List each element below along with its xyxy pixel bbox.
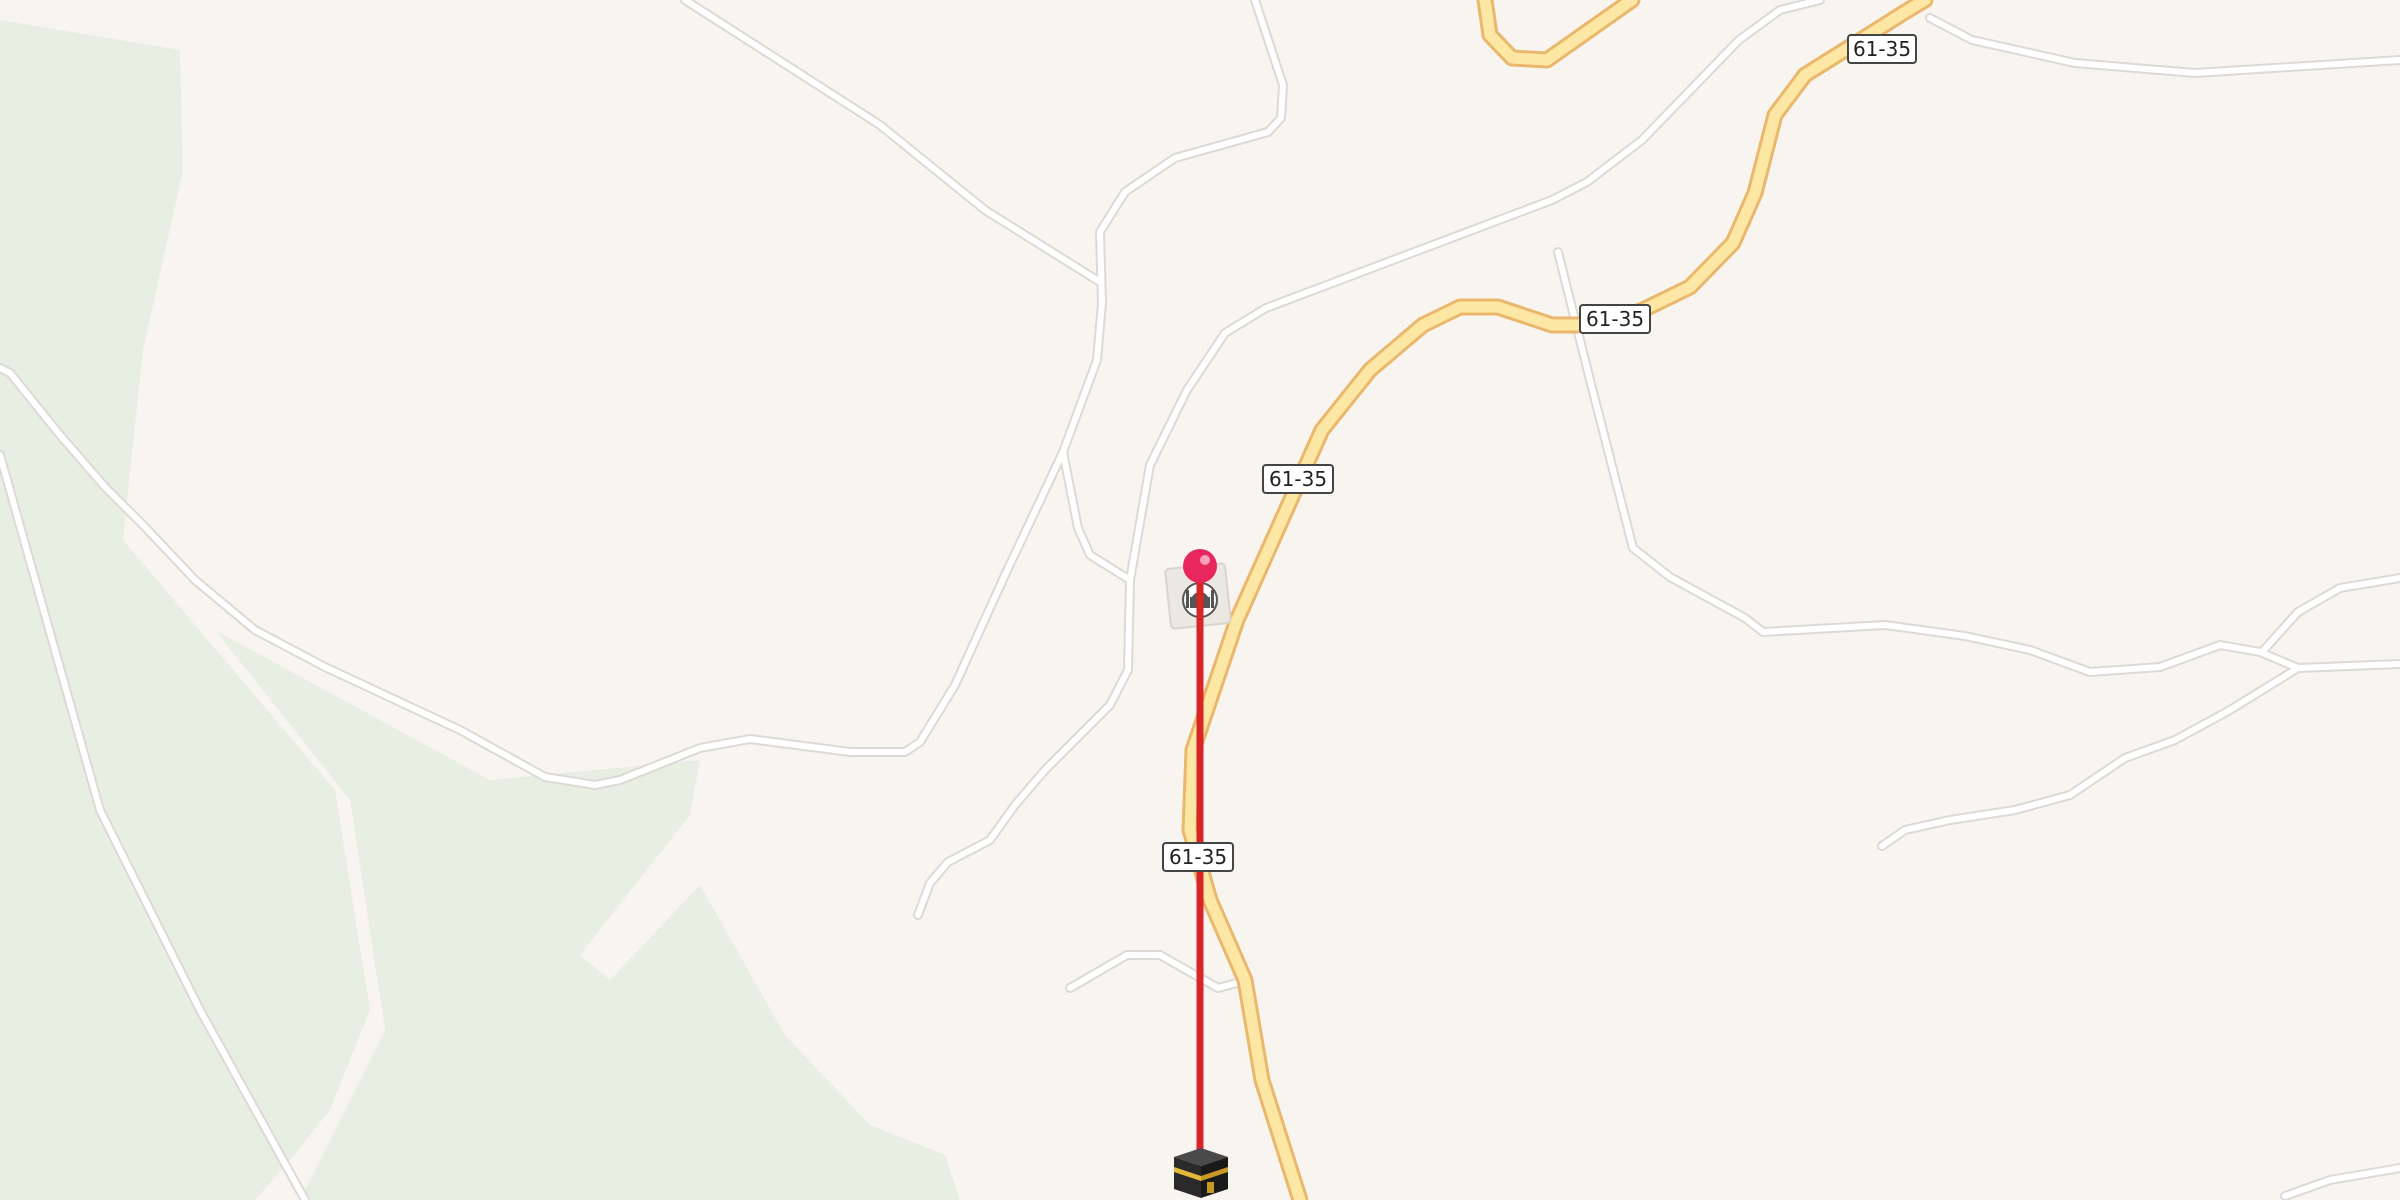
road-northeast [1127,0,1823,583]
highway [1181,0,1934,1200]
road-shield-1: 61-35 [1847,34,1917,64]
road-top-right [1927,15,2400,76]
green-areas [0,20,960,1200]
pin-icon[interactable] [1183,549,1217,583]
road-shield-label: 61-35 [1853,37,1911,61]
highway-north-loop [1479,0,1638,66]
green-area-west [0,20,370,1200]
road-shield-label: 61-35 [1269,467,1327,491]
road-southeast [1879,665,2301,849]
map-svg[interactable]: 61-35 61-35 61-35 61-35 [0,0,2400,1200]
kaaba-icon[interactable] [1174,1148,1228,1198]
road-shield-4: 61-35 [1162,842,1234,872]
map-canvas[interactable]: 61-35 61-35 61-35 61-35 [0,0,2400,1200]
road-north-center [915,0,1286,918]
road-shield-label: 61-35 [1169,845,1227,869]
highway-61-35 [1184,0,1931,1200]
road-shield-3: 61-35 [1262,464,1334,494]
road-shield-2: 61-35 [1579,304,1651,334]
road-shield-label: 61-35 [1586,307,1644,331]
road-east [1555,249,2301,675]
road-east-spur [2295,661,2400,671]
